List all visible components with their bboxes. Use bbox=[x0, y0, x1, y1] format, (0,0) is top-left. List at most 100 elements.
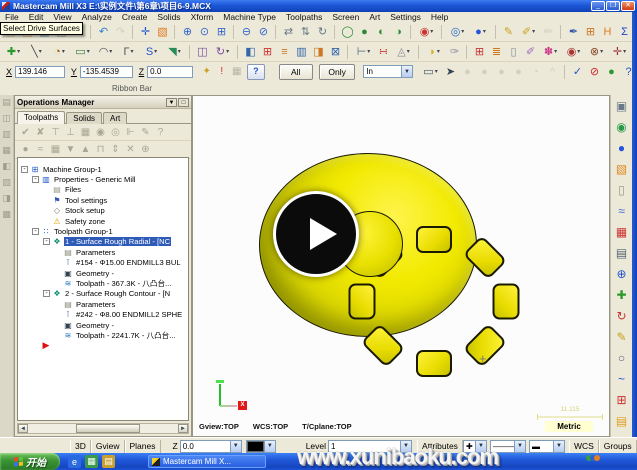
menu-item[interactable]: Edit bbox=[24, 12, 49, 22]
tree-machine-group[interactable]: ⊞ Machine Group-1 bbox=[18, 164, 188, 174]
tree-tool-settings[interactable]: ⚑ Tool settings bbox=[18, 195, 188, 205]
sphere-icon[interactable]: ● bbox=[469, 24, 492, 40]
tree-op-2[interactable]: ❖ 2 - Surface Rough Contour - [N bbox=[18, 289, 188, 299]
grid-icon[interactable]: ⊞ bbox=[582, 24, 599, 40]
y-coordinate-field[interactable]: -135.4539 bbox=[80, 66, 133, 78]
pencil-icon[interactable]: ✎ bbox=[613, 328, 631, 346]
curve-icon[interactable]: ~ bbox=[613, 370, 631, 388]
highlight-icon[interactable]: H bbox=[599, 24, 616, 40]
zoom-in-icon[interactable]: ⊞ bbox=[213, 24, 230, 40]
blank-page-icon[interactable]: ▯ bbox=[505, 44, 522, 60]
minimize-button[interactable]: _ bbox=[591, 1, 605, 11]
ops-toolbar-icon[interactable]: ◎ bbox=[108, 125, 123, 139]
scrollbar-thumb[interactable] bbox=[76, 424, 141, 433]
statusbar-planes-button[interactable]: Planes bbox=[125, 440, 161, 453]
ops-toolbar-icon[interactable]: ▦ bbox=[48, 143, 63, 157]
taskbar-item-mastercam[interactable]: Mastercam Mill X... bbox=[148, 455, 266, 468]
tree-op2-toolpath[interactable]: ≋ Toolpath - 2241.7K - 八凸台... bbox=[18, 330, 188, 340]
wand-icon[interactable]: ✐ bbox=[522, 44, 539, 60]
ops-toolbar-icon[interactable]: ✎ bbox=[138, 125, 153, 139]
dock-icon-2[interactable]: ◫ bbox=[1, 113, 13, 126]
ops-toolbar-icon[interactable]: ≈ bbox=[33, 143, 48, 157]
ops-toolbar-icon[interactable]: ▲ bbox=[78, 143, 93, 157]
combo-dropdown-icon[interactable]: ▼ bbox=[514, 441, 525, 452]
tree-stock-setup[interactable]: ◇ Stock setup bbox=[18, 206, 188, 216]
select-only-button[interactable]: Only bbox=[319, 64, 355, 80]
ops-toolbar-icon[interactable]: ✔ bbox=[18, 125, 33, 139]
material-icon[interactable]: ▧ bbox=[613, 160, 631, 178]
tree-properties[interactable]: ▥ Properties - Generic Mill bbox=[18, 174, 188, 184]
menu-item[interactable]: View bbox=[48, 12, 76, 22]
tree-expander-icon[interactable] bbox=[32, 228, 39, 235]
repaint-icon[interactable]: ▧ bbox=[154, 24, 171, 40]
compass-icon[interactable]: ⊕ bbox=[613, 265, 631, 283]
dock-icon-4[interactable]: ▦ bbox=[1, 145, 13, 158]
tree-op1-tool[interactable]: ⊺ #154 - Ф15.00 ENDMILL3 BUL bbox=[18, 258, 188, 268]
ops-toolbar-icon[interactable]: ⊤ bbox=[48, 125, 63, 139]
xform-mirror-icon[interactable]: ◫ bbox=[194, 44, 211, 60]
menu-item[interactable]: Settings bbox=[385, 12, 426, 22]
hatch-lines-icon[interactable]: ≣ bbox=[488, 44, 505, 60]
tree-files[interactable]: ▤ Files bbox=[18, 185, 188, 195]
dock-icon-1[interactable]: ▤ bbox=[1, 97, 13, 110]
start-button[interactable]: 开始 bbox=[0, 453, 60, 470]
folder-icon[interactable]: ▤ bbox=[102, 455, 115, 468]
dim-angle-icon[interactable]: ◬ bbox=[392, 44, 415, 60]
z-depth-combo[interactable]: 0.0 ▼ bbox=[180, 440, 242, 453]
x-coordinate-field[interactable]: 139.146 bbox=[15, 66, 65, 78]
groups-button[interactable]: Groups bbox=[599, 440, 637, 453]
wcs-button[interactable]: WCS bbox=[569, 440, 599, 453]
menu-item[interactable]: Toolpaths bbox=[281, 12, 327, 22]
waves-icon[interactable]: ≈ bbox=[613, 202, 631, 220]
solid-cut-icon[interactable]: ⊞ bbox=[259, 44, 276, 60]
tree-op2-parameters[interactable]: ▤ Parameters bbox=[18, 299, 188, 309]
tree-expander-icon[interactable] bbox=[32, 176, 39, 183]
zoom-window-icon[interactable]: ⊕ bbox=[179, 24, 196, 40]
scroll-right-icon[interactable]: ► bbox=[178, 424, 188, 433]
select-all-button[interactable]: All bbox=[279, 64, 313, 80]
menu-item[interactable]: Create bbox=[117, 12, 153, 22]
ops-toolbar-icon[interactable]: ◉ bbox=[93, 125, 108, 139]
section-view-icon[interactable]: ◉ bbox=[415, 24, 438, 40]
select-gray1-icon[interactable]: ● bbox=[459, 64, 476, 80]
dynamic-rotate-icon[interactable]: ⇅ bbox=[297, 24, 314, 40]
tree-op1-toolpath[interactable]: ≋ Toolpath - 367.3K - 八凸台... bbox=[18, 278, 188, 288]
menu-item[interactable]: File bbox=[0, 12, 24, 22]
create-chamfer-icon[interactable]: Γ bbox=[117, 44, 140, 60]
printer-icon[interactable]: ▤ bbox=[613, 244, 631, 262]
tab[interactable]: Solids bbox=[66, 112, 102, 124]
dim-pattern-icon[interactable]: ∺ bbox=[375, 44, 392, 60]
xform-rotate-icon[interactable]: ↻ bbox=[211, 44, 234, 60]
globe-icon[interactable]: ◎ bbox=[446, 24, 469, 40]
solid-history-icon[interactable]: ⊠ bbox=[327, 44, 344, 60]
select-sphere-icon[interactable]: ● bbox=[603, 64, 620, 80]
autocursor-help-button[interactable]: ? bbox=[247, 64, 264, 80]
select-rect-icon[interactable]: ▭ bbox=[419, 64, 442, 80]
tree-expander-icon[interactable] bbox=[43, 238, 50, 245]
select-gray5-icon[interactable]: ◔ bbox=[527, 64, 544, 80]
ops-toolbar-icon[interactable]: ✘ bbox=[33, 125, 48, 139]
dock-icon-7[interactable]: ◨ bbox=[1, 193, 13, 206]
combo-dropdown-icon[interactable]: ▼ bbox=[553, 441, 564, 452]
multigrid-icon[interactable]: ▦ bbox=[613, 223, 631, 241]
pan-icon[interactable]: ⇄ bbox=[280, 24, 297, 40]
restore-button[interactable]: ❐ bbox=[606, 1, 620, 11]
gview-origin-icon[interactable]: ✛ bbox=[137, 24, 154, 40]
ops-toolbar-icon[interactable]: ⊩ bbox=[123, 125, 138, 139]
analyze-entity-icon[interactable]: ✎ bbox=[500, 24, 517, 40]
globe-shade-icon[interactable]: ◉ bbox=[613, 118, 631, 136]
create-rect-icon[interactable]: ▭ bbox=[71, 44, 94, 60]
select-cursor-icon[interactable]: ➤ bbox=[442, 64, 459, 80]
dim-horizontal-icon[interactable]: ⊢ bbox=[352, 44, 375, 60]
dock-icon-3[interactable]: ▥ bbox=[1, 129, 13, 142]
menu-item[interactable]: Solids bbox=[152, 12, 185, 22]
pen-icon[interactable]: ✒ bbox=[565, 24, 582, 40]
tree-toolpath-group[interactable]: ∷ Toolpath Group-1 bbox=[18, 226, 188, 236]
menu-item[interactable]: Analyze bbox=[77, 12, 117, 22]
panel-close-button[interactable]: □ bbox=[178, 98, 189, 107]
ops-toolbar-icon[interactable]: ▦ bbox=[78, 125, 93, 139]
tree-op1-geometry[interactable]: ▣ Geometry - bbox=[18, 268, 188, 278]
select-gray4-icon[interactable]: ● bbox=[510, 64, 527, 80]
ops-toolbar-icon[interactable]: ⊕ bbox=[138, 143, 153, 157]
tab[interactable]: Toolpaths bbox=[17, 111, 65, 124]
